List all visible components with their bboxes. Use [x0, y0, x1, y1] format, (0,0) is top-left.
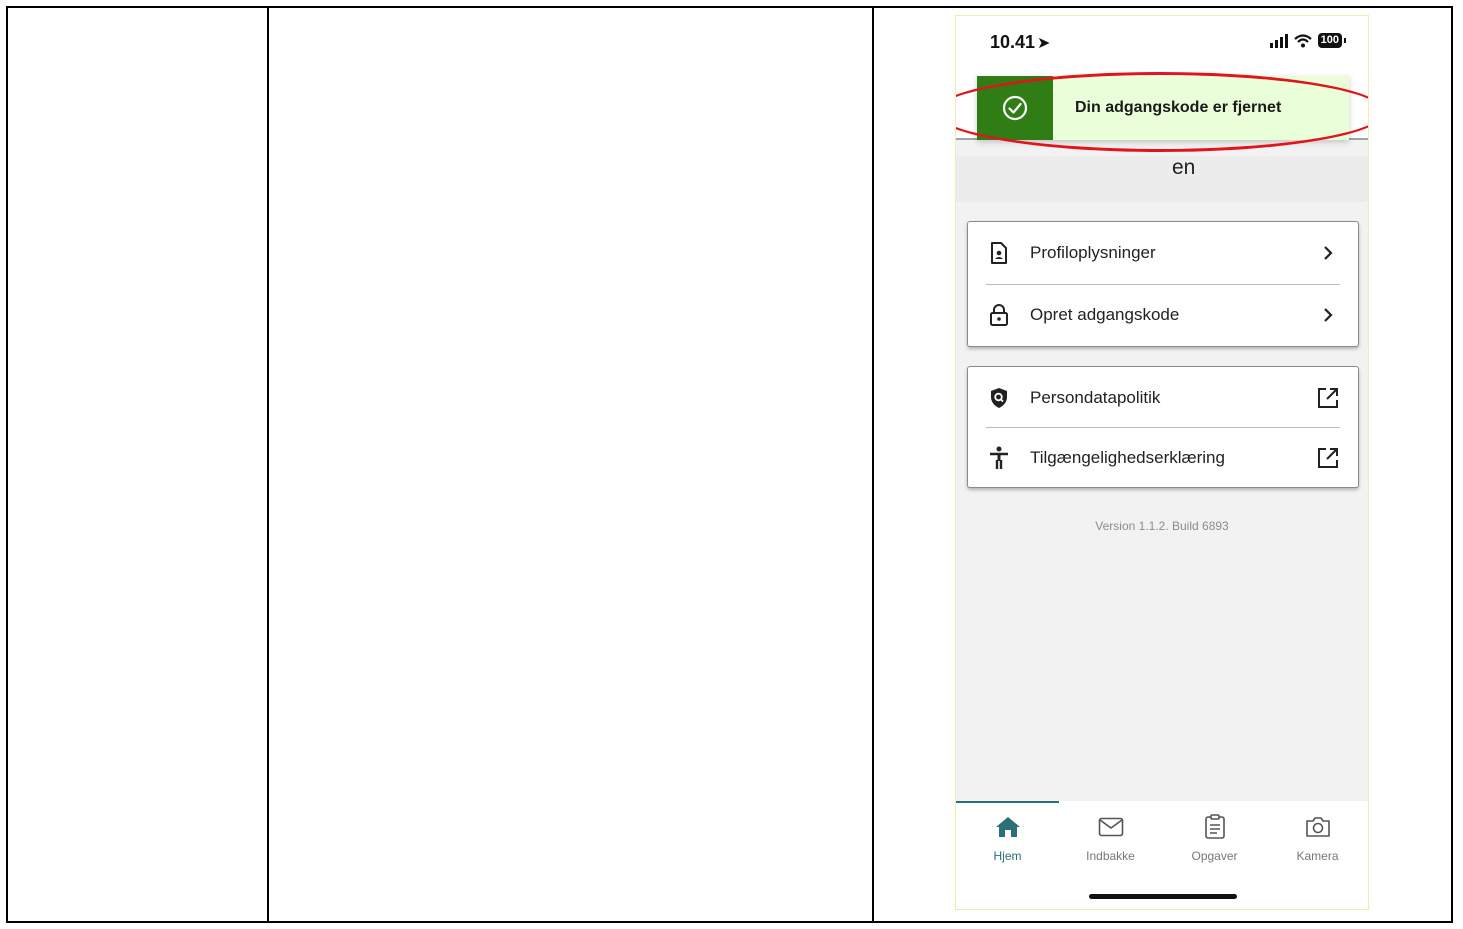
tab-opgaver[interactable]: Opgaver	[1163, 813, 1266, 863]
menu-item-profiloplysninger[interactable]: Profiloplysninger	[968, 222, 1358, 283]
tab-indbakke[interactable]: Indbakke	[1059, 813, 1162, 863]
phone-screenshot: 10.41➤ 100 Din adgangskode er fjernet e	[955, 15, 1369, 910]
active-tab-indicator	[956, 801, 1059, 803]
status-bar: 10.41 ➤ 100	[956, 16, 1368, 74]
external-link-icon	[1316, 446, 1340, 470]
menu-item-label: Persondatapolitik	[1030, 387, 1161, 407]
accessibility-icon	[988, 446, 1010, 469]
tab-hjem[interactable]: Hjem	[956, 813, 1059, 863]
wifi-icon	[1293, 33, 1312, 47]
tab-label: Opgaver	[1191, 849, 1238, 863]
battery-icon: 100	[1317, 33, 1342, 48]
highlight-annotation-ellipse	[956, 72, 1368, 152]
cellular-signal-icon	[1269, 33, 1288, 48]
menu-item-label: Opret adgangskode	[1030, 304, 1180, 324]
menu-item-tilgaengelighedserklaering[interactable]: Tilgængelighedserklæring	[968, 427, 1358, 488]
table-column-divider	[872, 8, 874, 921]
table-column-divider	[267, 8, 269, 921]
home-icon	[956, 813, 1059, 841]
menu-item-label: Profiloplysninger	[1030, 242, 1156, 262]
menu-item-label: Tilgængelighedserklæring	[1030, 447, 1225, 467]
home-indicator-bar	[1089, 894, 1237, 899]
padlock-icon	[988, 303, 1010, 326]
info-menu-card: Persondatapolitik Tilgængelighedserklæri…	[967, 366, 1359, 488]
tab-label: Hjem	[993, 849, 1022, 863]
tab-label: Kamera	[1296, 849, 1339, 863]
profile-document-icon	[988, 241, 1010, 264]
clipboard-icon	[1163, 813, 1266, 841]
menu-item-opret-adgangskode[interactable]: Opret adgangskode	[968, 284, 1358, 345]
camera-icon	[1266, 813, 1368, 841]
location-arrow-icon: ➤	[1037, 35, 1051, 52]
menu-item-persondatapolitik[interactable]: Persondatapolitik	[968, 367, 1358, 428]
status-icons: 100	[1269, 33, 1346, 48]
chevron-right-icon	[1316, 303, 1340, 327]
profile-name: en	[1172, 156, 1196, 179]
shield-search-icon	[988, 387, 1010, 409]
chevron-right-icon	[1316, 241, 1340, 265]
tab-kamera[interactable]: Kamera	[1266, 813, 1368, 863]
status-time: 10.41 ➤	[990, 32, 1051, 52]
battery-tip	[1344, 38, 1346, 43]
mail-icon	[1059, 813, 1162, 841]
version-label: Version 1.1.2. Build 6893	[1095, 519, 1229, 533]
account-menu-card: Profiloplysninger Opret adgangskode	[967, 221, 1359, 347]
profile-name-pill	[956, 156, 1368, 202]
tab-label: Indbakke	[1086, 849, 1135, 863]
external-link-icon	[1316, 386, 1340, 410]
